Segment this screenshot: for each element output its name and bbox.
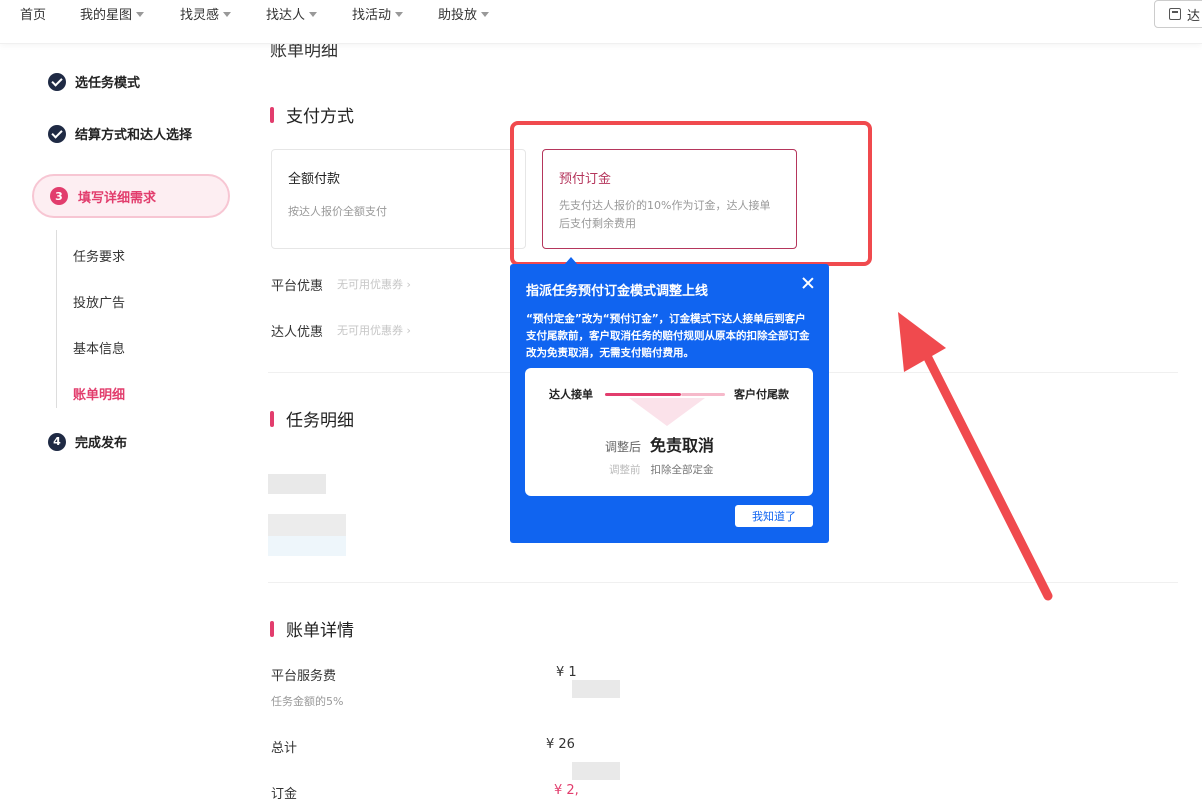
timeline-start-label: 达人接单	[549, 388, 593, 401]
nav-inspiration-label: 找灵感	[180, 8, 220, 23]
step-publish[interactable]: 4 完成发布	[48, 432, 127, 451]
section-bar	[270, 620, 274, 637]
total-label: 总计	[271, 741, 298, 756]
blurred-content	[572, 680, 620, 698]
timeline-pointer	[629, 398, 705, 426]
platform-discount-row: 平台优惠 无可用优惠券 ›	[271, 275, 411, 294]
substep-basic-info[interactable]: 基本信息	[73, 338, 125, 357]
after-row: 调整后 免责取消	[605, 432, 714, 456]
check-circle-icon	[48, 72, 66, 91]
nav-my-star[interactable]: 我的星图	[80, 4, 145, 23]
payment-section-title: 支付方式	[270, 102, 354, 127]
after-label: 调整后	[605, 440, 642, 454]
chevron-down-icon	[395, 11, 404, 17]
chevron-down-icon	[223, 11, 232, 17]
nav-ad-assist[interactable]: 助投放	[438, 4, 490, 23]
total-value: ¥ 26	[546, 737, 575, 752]
nav-my-star-label: 我的星图	[80, 8, 133, 23]
step-fill-details[interactable]: 3 填写详细需求	[32, 174, 230, 218]
deposit-label: 订金	[271, 787, 298, 802]
top-right-button-label: 达	[1187, 8, 1201, 24]
chevron-down-icon	[136, 11, 145, 17]
blurred-content	[572, 762, 620, 780]
step-label: 结算方式和达人选择	[75, 128, 193, 143]
timeline-end-label: 客户付尾款	[734, 388, 789, 401]
step-number-icon: 3	[50, 187, 68, 205]
nav-find-creator[interactable]: 找达人	[266, 4, 318, 23]
step-select-mode[interactable]: 选任务模式	[48, 72, 140, 91]
nav-find-creator-label: 找达人	[266, 8, 306, 23]
close-icon[interactable]	[801, 276, 815, 290]
got-it-button[interactable]: 我知道了	[735, 505, 813, 527]
annotation-arrow-icon	[898, 312, 1053, 601]
payment-option-full[interactable]: 全额付款 按达人报价全额支付	[271, 149, 526, 249]
substep-ad-placement[interactable]: 投放广告	[73, 292, 125, 311]
nav-home[interactable]: 首页	[20, 4, 46, 23]
step-settlement[interactable]: 结算方式和达人选择	[48, 124, 192, 143]
bill-title-label: 账单详情	[286, 621, 354, 641]
section-bar	[270, 106, 274, 123]
service-fee-value: ¥ 1	[556, 665, 577, 680]
chevron-down-icon	[481, 11, 490, 17]
creator-coupon-link[interactable]: 无可用优惠券 ›	[337, 322, 411, 340]
top-right-button[interactable]: 达	[1154, 0, 1202, 28]
step-number-icon: 4	[48, 432, 66, 451]
popover-title: 指派任务预付订金模式调整上线	[526, 284, 709, 299]
check-circle-icon	[48, 124, 66, 143]
timeline-bar-light	[681, 393, 725, 396]
task-detail-title-label: 任务明细	[286, 411, 354, 431]
substep-line	[56, 230, 57, 408]
substep-bill-detail[interactable]: 账单明细	[73, 384, 125, 403]
nav-home-label: 首页	[20, 8, 47, 23]
popover-body: “预付定金”改为“预付订金”，订金模式下达人接单后到客户支付尾款前，客户取消任务…	[526, 313, 810, 359]
blurred-content	[268, 514, 346, 536]
nav-inspiration[interactable]: 找灵感	[180, 4, 232, 23]
creator-discount-row: 达人优惠 无可用优惠券 ›	[271, 321, 411, 340]
payment-title-label: 支付方式	[286, 107, 354, 127]
payment-option-name: 全额付款	[288, 172, 341, 187]
platform-discount-label: 平台优惠	[271, 279, 324, 294]
timeline-bar	[605, 393, 681, 396]
nav-ad-assist-label: 助投放	[438, 8, 478, 23]
substep-task-requirements[interactable]: 任务要求	[73, 246, 125, 265]
before-label: 调整前	[609, 464, 641, 476]
calendar-icon	[1169, 8, 1181, 20]
step-label: 填写详细需求	[78, 190, 157, 206]
before-row: 调整前 扣除全部定金	[609, 462, 714, 477]
creator-discount-label: 达人优惠	[271, 325, 324, 340]
after-value: 免责取消	[650, 436, 715, 455]
nav-find-activity-label: 找活动	[352, 8, 392, 23]
step-label: 完成发布	[75, 436, 128, 451]
nav-find-activity[interactable]: 找活动	[352, 4, 404, 23]
service-fee-sub: 任务金额的5%	[271, 695, 344, 708]
blurred-content	[268, 474, 326, 494]
section-bar	[270, 410, 274, 427]
bill-section-title: 账单详情	[270, 616, 354, 641]
chevron-down-icon	[309, 11, 318, 17]
payment-option-desc: 按达人报价全额支付	[288, 205, 387, 218]
highlight-box	[510, 121, 872, 266]
rule-change-card: 达人接单 客户付尾款 调整后 免责取消 调整前 扣除全部定金	[525, 368, 813, 496]
task-detail-section-title: 任务明细	[270, 406, 354, 431]
steps-sidebar: 选任务模式 结算方式和达人选择 3 填写详细需求 任务要求 投放广告 基本信息 …	[0, 44, 248, 800]
announcement-popover: 指派任务预付订金模式调整上线 “预付定金”改为“预付订金”，订金模式下达人接单后…	[510, 257, 829, 543]
top-nav: 首页 我的星图 找灵感 找达人 找活动 助投放 达	[0, 0, 1202, 44]
blurred-content	[268, 536, 346, 556]
before-value: 扣除全部定金	[650, 464, 714, 476]
step-label: 选任务模式	[75, 76, 141, 91]
deposit-value: ¥ 2,	[554, 783, 579, 798]
service-fee-label: 平台服务费	[271, 669, 337, 684]
platform-coupon-link[interactable]: 无可用优惠券 ›	[337, 276, 411, 294]
